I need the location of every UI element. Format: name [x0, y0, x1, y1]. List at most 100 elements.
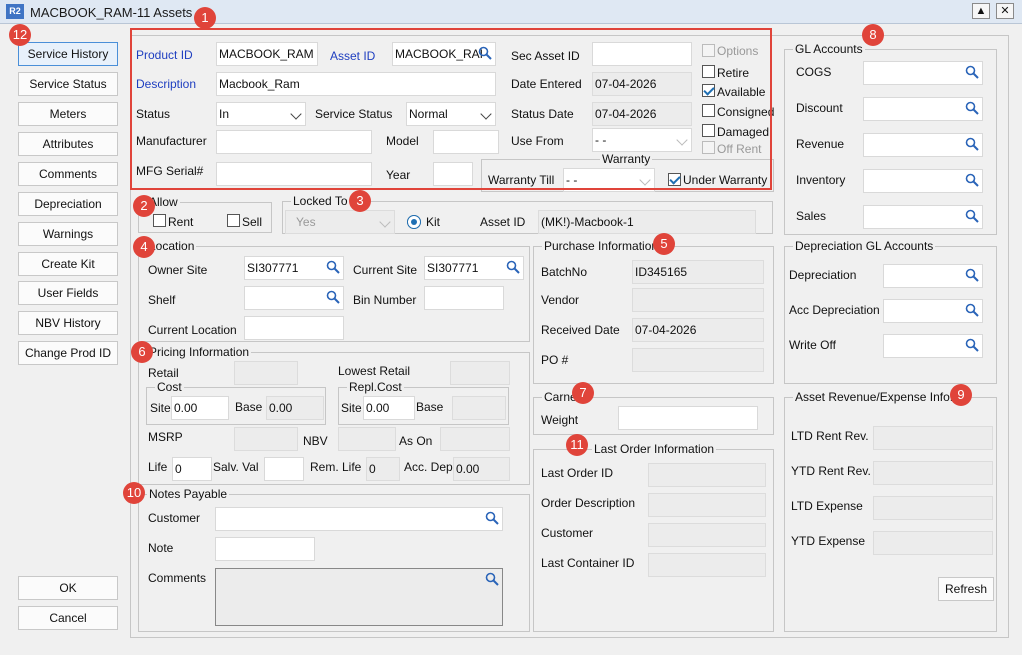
nav-depreciation[interactable]: Depreciation [18, 192, 118, 216]
order-customer-label: Customer [541, 526, 594, 540]
search-icon[interactable] [965, 209, 979, 223]
ytd-rent-field [873, 461, 993, 485]
msrp-field [234, 427, 298, 451]
acc-dep-label: Acc. Dep [404, 460, 453, 474]
repl-site-field[interactable]: 0.00 [363, 396, 415, 420]
weight-field[interactable] [618, 406, 758, 430]
refresh-button[interactable]: Refresh [938, 577, 994, 601]
vendor-field [632, 288, 764, 312]
nav-attributes[interactable]: Attributes [18, 132, 118, 156]
gl-cogs-field[interactable] [863, 61, 983, 85]
rent-label: Rent [168, 215, 194, 229]
nav-user-fields[interactable]: User Fields [18, 281, 118, 305]
received-date-label: Received Date [541, 323, 620, 337]
salv-val-label: Salv. Val [213, 460, 259, 474]
gl-inventory-label: Inventory [796, 173, 846, 187]
owner-site-value: SI307771 [247, 261, 299, 275]
annotation-badge-9: 9 [950, 384, 972, 406]
maximize-button[interactable]: ▲ [972, 3, 990, 19]
salv-val-field[interactable] [264, 457, 304, 481]
gl-inventory-field[interactable] [863, 169, 983, 193]
search-icon[interactable] [965, 65, 979, 79]
gl-accounts-title: GL Accounts [793, 42, 865, 56]
chevron-down-icon [379, 216, 391, 228]
cost-site-field[interactable]: 0.00 [171, 396, 229, 420]
nav-create-kit[interactable]: Create Kit [18, 252, 118, 276]
nav-comments[interactable]: Comments [18, 162, 118, 186]
note-field[interactable] [215, 537, 315, 561]
life-field[interactable]: 0 [172, 457, 212, 481]
nav-meters[interactable]: Meters [18, 102, 118, 126]
annotation-badge-7: 7 [572, 382, 594, 404]
shelf-field[interactable] [244, 286, 344, 310]
current-site-field[interactable]: SI307771 [424, 256, 524, 280]
nbv-label: NBV [303, 434, 328, 448]
cost-site-label: Site [150, 401, 171, 415]
nav-service-history[interactable]: Service History [18, 42, 118, 66]
nav-service-status[interactable]: Service Status [18, 72, 118, 96]
bin-number-field[interactable] [424, 286, 504, 310]
kit-radio-selected[interactable] [407, 215, 421, 229]
ytd-expense-field [873, 531, 993, 555]
notes-customer-field[interactable] [215, 507, 503, 531]
search-icon[interactable] [965, 338, 979, 352]
search-icon[interactable] [965, 137, 979, 151]
search-icon[interactable] [485, 511, 499, 525]
last-container-field [648, 553, 766, 577]
rem-life-field: 0 [366, 457, 400, 481]
nav-nbv-history[interactable]: NBV History [18, 311, 118, 335]
ltd-expense-field [873, 496, 993, 520]
rent-checkbox[interactable] [153, 214, 166, 227]
shelf-label: Shelf [148, 293, 176, 307]
last-container-label: Last Container ID [541, 556, 635, 570]
lowest-retail-field [450, 361, 510, 385]
locked-asset-id-field: (MK!)-Macbook-1 [538, 210, 756, 234]
search-icon[interactable] [965, 173, 979, 187]
dep-gl-title: Depreciation GL Accounts [793, 239, 936, 253]
acc-dep-field: 0.00 [453, 457, 510, 481]
acc-dep-gl-field[interactable] [883, 299, 983, 323]
search-icon[interactable] [965, 303, 979, 317]
current-location-field[interactable] [244, 316, 344, 340]
cancel-button[interactable]: Cancel [18, 606, 118, 630]
sell-label: Sell [242, 215, 263, 229]
write-off-field[interactable] [883, 334, 983, 358]
comments-label: Comments [148, 571, 207, 585]
received-date-field: 07-04-2026 [632, 318, 764, 342]
comments-field[interactable] [215, 568, 503, 626]
pricing-title: Pricing Information [147, 345, 252, 359]
gl-sales-label: Sales [796, 209, 827, 223]
gl-discount-label: Discount [796, 101, 843, 115]
ok-button[interactable]: OK [18, 576, 118, 600]
gl-cogs-label: COGS [796, 65, 832, 79]
dep-field[interactable] [883, 264, 983, 288]
gl-revenue-field[interactable] [863, 133, 983, 157]
search-icon[interactable] [326, 260, 340, 274]
repl-base-label: Base [416, 400, 444, 414]
search-icon[interactable] [485, 572, 499, 586]
rem-life-label: Rem. Life [310, 460, 362, 474]
acc-dep-gl-label: Acc Depreciation [789, 303, 880, 317]
current-site-value: SI307771 [427, 261, 479, 275]
nav-warnings[interactable]: Warnings [18, 222, 118, 246]
search-icon[interactable] [965, 101, 979, 115]
locked-to-select[interactable]: Yes [285, 210, 395, 234]
sell-checkbox[interactable] [227, 214, 240, 227]
ltd-expense-label: LTD Expense [791, 499, 863, 513]
life-label: Life [148, 460, 168, 474]
close-button[interactable]: ✕ [996, 3, 1014, 19]
bin-number-label: Bin Number [353, 293, 417, 307]
kit-label: Kit [426, 215, 441, 229]
gl-sales-field[interactable] [863, 205, 983, 229]
write-off-label: Write Off [789, 338, 836, 352]
search-icon[interactable] [506, 260, 520, 274]
as-on-field [440, 427, 510, 451]
nbv-field [338, 427, 396, 451]
search-icon[interactable] [965, 268, 979, 282]
notes-customer-label: Customer [148, 511, 201, 525]
search-icon[interactable] [326, 290, 340, 304]
owner-site-field[interactable]: SI307771 [244, 256, 344, 280]
retail-label: Retail [148, 366, 179, 380]
nav-change-prod-id[interactable]: Change Prod ID [18, 341, 118, 365]
gl-discount-field[interactable] [863, 97, 983, 121]
